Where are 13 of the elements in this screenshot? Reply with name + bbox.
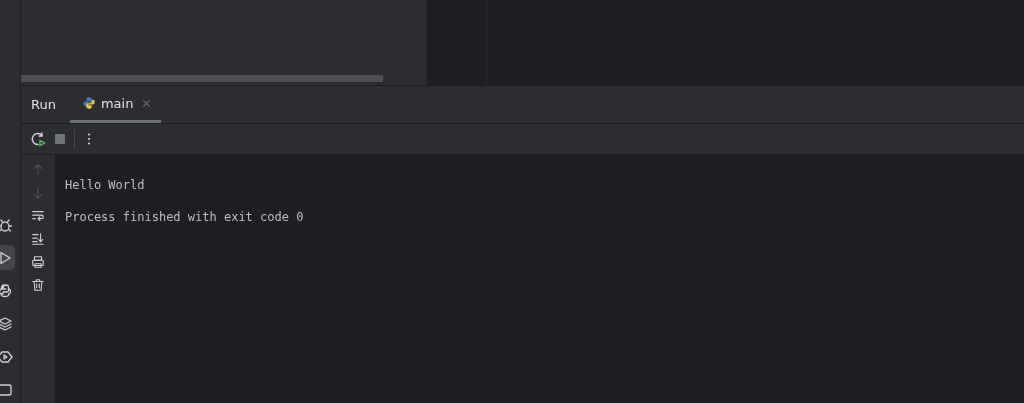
output-line: Hello World <box>65 177 146 193</box>
scroll-to-end-icon[interactable] <box>31 232 45 246</box>
horizontal-scrollbar[interactable] <box>21 75 383 82</box>
rerun-icon[interactable] <box>30 131 46 147</box>
trash-icon[interactable] <box>31 278 45 292</box>
close-icon[interactable] <box>142 98 152 108</box>
play-icon[interactable] <box>0 245 15 271</box>
panel-title: Run <box>31 96 56 114</box>
stop-icon[interactable] <box>52 131 68 147</box>
exit-message: Process finished with exit code 0 <box>65 209 305 225</box>
soft-wrap-icon[interactable] <box>31 209 45 223</box>
python-logo-icon <box>81 96 96 110</box>
printer-icon[interactable] <box>31 255 45 269</box>
